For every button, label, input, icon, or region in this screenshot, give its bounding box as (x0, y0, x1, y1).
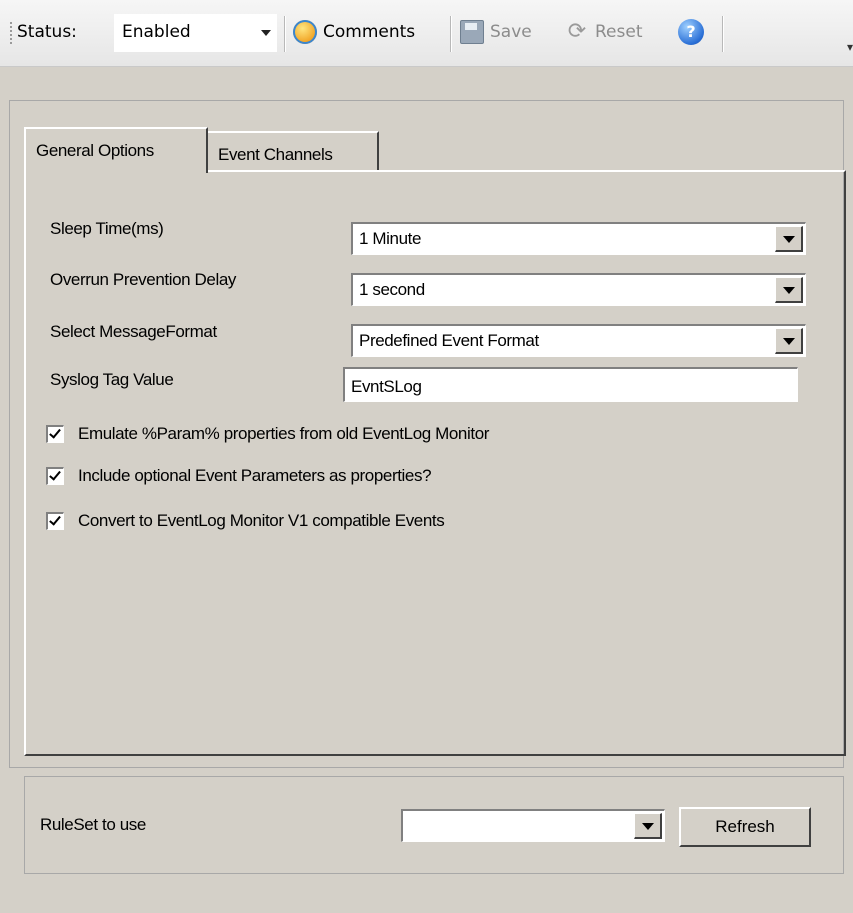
status-value: Enabled (122, 22, 191, 42)
ruleset-label: RuleSet to use (40, 815, 146, 834)
toolbar-separator (722, 16, 724, 52)
toolbar-separator (284, 16, 286, 52)
overrun-delay-select[interactable]: 1 second (351, 273, 806, 306)
include-event-params-checkbox[interactable]: Include optional Event Parameters as pro… (46, 466, 432, 486)
status-select[interactable]: Enabled (114, 14, 277, 52)
message-format-select[interactable]: Predefined Event Format (351, 324, 806, 357)
reset-button[interactable]: ⟳ Reset (565, 14, 643, 50)
floppy-disk-icon (460, 20, 484, 44)
refresh-button[interactable]: Refresh (679, 807, 811, 847)
chevron-down-icon (261, 30, 271, 36)
tab-general-options[interactable]: General Options (24, 127, 208, 173)
toolbar-overflow-icon[interactable]: ▾ (847, 40, 853, 54)
chevron-down-icon[interactable] (775, 226, 803, 252)
checkbox-label: Convert to EventLog Monitor V1 compatibl… (78, 511, 445, 530)
checkbox-checked-icon[interactable] (46, 467, 64, 485)
tab-content-general (24, 170, 846, 756)
checkbox-checked-icon[interactable] (46, 512, 64, 530)
toolbar: Status: Enabled Comments Save ⟳ Reset ? … (0, 0, 853, 67)
message-format-label: Select MessageFormat (50, 322, 217, 341)
save-label: Save (490, 22, 532, 42)
convert-v1-checkbox[interactable]: Convert to EventLog Monitor V1 compatibl… (46, 511, 445, 531)
checkbox-label: Emulate %Param% properties from old Even… (78, 424, 490, 443)
overrun-delay-value: 1 second (359, 280, 425, 299)
toolbar-separator (450, 16, 452, 52)
syslog-tag-field[interactable] (343, 367, 798, 405)
tab-event-channels[interactable]: Event Channels (206, 131, 379, 171)
comments-button[interactable]: Comments (293, 14, 415, 50)
reset-label: Reset (595, 22, 643, 42)
save-button[interactable]: Save (460, 14, 532, 50)
status-label: Status: (17, 22, 77, 42)
chevron-down-icon[interactable] (634, 813, 662, 839)
refresh-arrows-icon: ⟳ (567, 19, 587, 44)
help-button[interactable]: ? (678, 14, 704, 50)
sleep-time-value: 1 Minute (359, 229, 422, 248)
sleep-time-select[interactable]: 1 Minute (351, 222, 806, 255)
sleep-time-label: Sleep Time(ms) (50, 219, 164, 238)
syslog-tag-input[interactable] (345, 369, 797, 405)
checkbox-checked-icon[interactable] (46, 425, 64, 443)
comments-icon (293, 20, 317, 44)
overrun-delay-label: Overrun Prevention Delay (50, 270, 236, 289)
toolbar-grip[interactable] (10, 22, 12, 46)
chevron-down-icon[interactable] (775, 277, 803, 303)
tab-label: General Options (36, 141, 154, 160)
message-format-value: Predefined Event Format (359, 331, 539, 350)
chevron-down-icon[interactable] (775, 328, 803, 354)
ruleset-select[interactable] (401, 809, 665, 842)
syslog-tag-label: Syslog Tag Value (50, 370, 174, 389)
emulate-param-checkbox[interactable]: Emulate %Param% properties from old Even… (46, 424, 489, 444)
tab-label: Event Channels (218, 145, 333, 164)
checkbox-label: Include optional Event Parameters as pro… (78, 466, 432, 485)
comments-label: Comments (323, 22, 416, 42)
help-icon: ? (678, 19, 704, 45)
